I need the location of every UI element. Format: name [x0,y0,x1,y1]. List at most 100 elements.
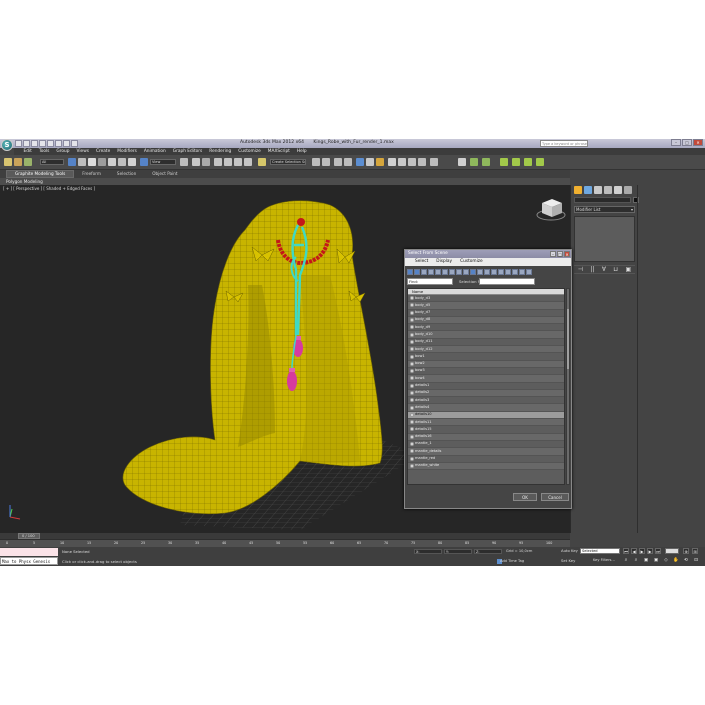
create-tab-icon[interactable] [574,186,582,194]
menu-animation[interactable]: Animation [140,148,169,155]
tab-freeform[interactable]: Freeform [74,171,109,177]
current-frame-field[interactable] [665,548,679,554]
unlink-icon[interactable] [14,158,22,166]
columns-icon[interactable] [526,269,532,275]
play-icon[interactable]: ▶ [639,548,645,554]
configure-sets-icon[interactable]: ▣ [626,266,632,274]
dialog-title[interactable]: Select From Scene [405,250,571,258]
add-time-tag-button[interactable]: Add Time Tag [500,559,524,563]
track-bar[interactable]: 0 5 10 15 20 25 30 35 40 45 50 55 60 65 70 75 80 85 90 95 10… [0,539,570,547]
object-color-swatch[interactable] [633,197,639,203]
reference-coordinate-dropdown[interactable]: View [150,159,176,165]
go-to-start-icon[interactable]: ⏮ [623,548,629,554]
pivot-center-icon[interactable] [180,158,188,166]
dialog-close-button[interactable]: ✕ [564,251,570,257]
select-dependents-icon[interactable] [512,269,518,275]
list-item[interactable]: bow3 [408,368,564,376]
hold-icon[interactable] [55,140,62,147]
list-scrollbar[interactable] [566,288,570,485]
list-item[interactable]: body_d7 [408,310,564,317]
dialog-minimize-button[interactable]: – [550,251,556,257]
key-filters-button[interactable]: Key Filters... [593,558,615,562]
select-by-name-icon[interactable] [78,158,86,166]
list-item[interactable]: details3 [408,397,564,405]
curve-editor-icon[interactable] [356,158,364,166]
display-xrefs-icon[interactable] [456,269,462,275]
menu-help[interactable]: Help [293,148,310,155]
utilities-tab-icon[interactable] [624,186,632,194]
previous-frame-icon[interactable]: ◀ [631,548,637,554]
render-iterative-icon[interactable] [418,158,426,166]
show-end-result-icon[interactable]: || [590,266,594,274]
render-setup-icon[interactable] [388,158,396,166]
display-influences-icon[interactable] [505,269,511,275]
bind-space-warp-icon[interactable] [24,158,32,166]
undo-icon[interactable] [39,140,46,147]
rendered-frame-window-icon[interactable] [398,158,406,166]
key-mode-dropdown[interactable]: Selected [580,548,620,554]
scene-object-list[interactable]: Name body_d3 body_d5 body_d7 body_d8 body_d9… [407,288,565,485]
modify-tab-icon[interactable] [584,186,592,194]
modifier-list-dropdown[interactable]: Modifier List ▾ [574,206,635,213]
rectangular-selection-icon[interactable] [88,158,96,166]
edit-named-selection-icon[interactable] [258,158,266,166]
menu-rendering[interactable]: Rendering [206,148,235,155]
find-input[interactable]: Find: [407,278,453,285]
menu-graph-editors[interactable]: Graph Editors [169,148,206,155]
menu-edit[interactable]: Edit [20,148,35,155]
field-of-view-icon[interactable]: ◇ [663,558,669,564]
time-configuration-icon[interactable]: ⊞ [692,548,698,554]
maxscript-listener-output[interactable] [0,548,58,556]
zoom-icon[interactable]: ⌕ [623,558,629,564]
sync-selection-icon[interactable] [491,269,497,275]
selection-set-dropdown[interactable] [479,278,535,285]
display-helpers-icon[interactable] [435,269,441,275]
next-frame-icon[interactable]: ▶ [647,548,653,554]
list-scrollbar-thumb[interactable] [567,309,569,369]
new-file-icon[interactable] [15,140,22,147]
menu-maxscript[interactable]: MAXScript [264,148,293,155]
make-unique-icon[interactable]: ∀ [602,266,606,274]
display-tab-icon[interactable] [614,186,622,194]
list-item[interactable]: mantle_white [408,462,564,471]
tab-object-paint[interactable]: Object Paint [144,171,185,177]
z-coordinate-field[interactable]: Z: [474,549,502,554]
select-object-icon[interactable] [68,158,76,166]
schematic-view-icon[interactable] [366,158,374,166]
infocenter-search-input[interactable]: Type a keyword or phrase [540,140,588,147]
snaps-toggle-icon[interactable] [214,158,222,166]
tab-selection[interactable]: Selection [109,171,144,177]
menu-tools[interactable]: Tools [35,148,53,155]
menu-views[interactable]: Views [73,148,92,155]
manipulate-icon[interactable] [192,158,200,166]
menu-customize[interactable]: Customize [235,148,265,155]
menu-group[interactable]: Group [53,148,73,155]
ok-button[interactable]: OK [513,493,537,501]
minimize-button[interactable]: – [671,139,681,146]
spinner-snap-icon[interactable] [244,158,252,166]
material-editor-icon[interactable] [376,158,384,166]
menu-modifiers[interactable]: Modifiers [114,148,141,155]
align-icon[interactable] [322,158,330,166]
mirror-icon[interactable] [312,158,320,166]
extra-tool-4-icon[interactable] [500,158,508,166]
key-mode-toggle-icon[interactable]: ⊕ [683,548,689,554]
viewcube[interactable] [536,199,566,221]
display-children-icon[interactable] [498,269,504,275]
list-item[interactable]: details1 [408,383,564,390]
remove-modifier-icon[interactable]: ⊔ [613,266,618,274]
display-geometry-icon[interactable] [407,269,413,275]
extra-tool-5-icon[interactable] [512,158,520,166]
dialog-menu-select[interactable]: Select [411,258,432,266]
set-key-button[interactable]: Set Key [561,558,575,563]
zoom-extents-all-icon[interactable]: ▣ [653,558,659,564]
graphite-toggle-icon[interactable] [344,158,352,166]
redo-icon[interactable] [47,140,54,147]
display-all-icon[interactable] [470,269,476,275]
close-button[interactable]: ✕ [693,139,703,146]
list-item[interactable]: bow4 [408,375,564,383]
application-button[interactable]: S [1,139,13,151]
cancel-button[interactable]: Cancel [541,493,569,501]
named-selection-dropdown[interactable]: Create Selection Se [270,159,306,165]
fetch-icon[interactable] [63,140,70,147]
